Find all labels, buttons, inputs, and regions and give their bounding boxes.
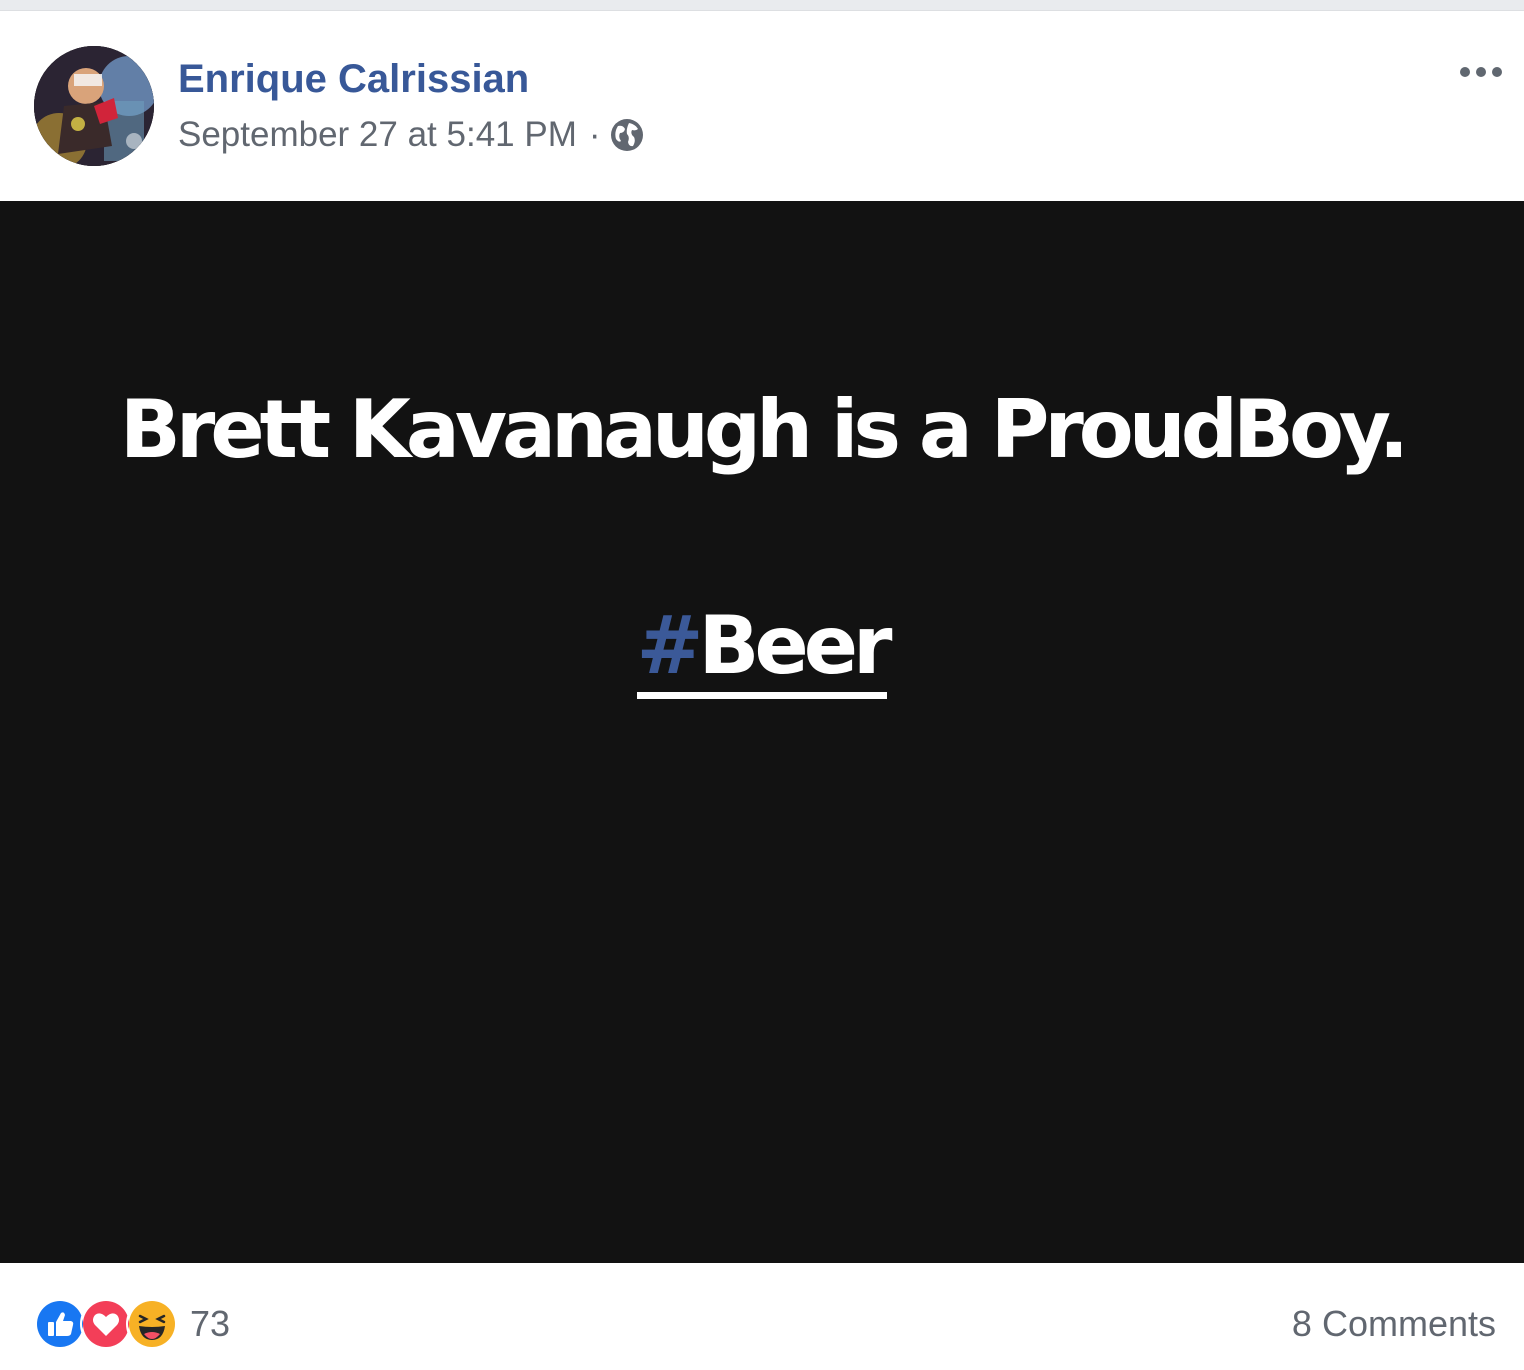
text-post-background[interactable] bbox=[0, 201, 1524, 1263]
haha-reaction-icon bbox=[126, 1298, 178, 1350]
hashtag-symbol: # bbox=[636, 599, 704, 692]
more-options-dot bbox=[1476, 67, 1486, 77]
post-main-text: Brett Kavanaugh is a ProudBoy. bbox=[119, 383, 1409, 476]
hashtag-link[interactable]: #Beer bbox=[636, 599, 893, 699]
globe-icon[interactable] bbox=[609, 117, 645, 153]
reactions-summary[interactable]: 73 bbox=[34, 1298, 230, 1350]
post-header: Enrique Calrissian September 27 at 5:41 … bbox=[0, 11, 1524, 201]
hashtag-word: Beer bbox=[698, 599, 893, 692]
post-meta: September 27 at 5:41 PM · bbox=[178, 113, 645, 157]
more-options-icon bbox=[1460, 67, 1470, 77]
post-timestamp[interactable]: September 27 at 5:41 PM bbox=[178, 115, 577, 155]
like-reaction-icon bbox=[34, 1298, 86, 1350]
avatar-photo bbox=[34, 46, 154, 166]
more-options-button[interactable] bbox=[1448, 57, 1514, 87]
feed-top-strip bbox=[0, 0, 1524, 11]
love-reaction-icon bbox=[80, 1298, 132, 1350]
post-footer: 73 8 Comments bbox=[0, 1263, 1524, 1370]
comments-count-link[interactable]: 8 Comments bbox=[1292, 1303, 1496, 1345]
meta-separator: · bbox=[588, 115, 601, 154]
author-name-link[interactable]: Enrique Calrissian bbox=[178, 55, 529, 103]
author-avatar[interactable] bbox=[34, 46, 154, 166]
facebook-post-page: Enrique Calrissian September 27 at 5:41 … bbox=[0, 0, 1524, 1370]
more-options-dot bbox=[1492, 67, 1502, 77]
reaction-count[interactable]: 73 bbox=[190, 1303, 230, 1345]
post-hashtag-line: #Beer bbox=[0, 596, 1524, 699]
